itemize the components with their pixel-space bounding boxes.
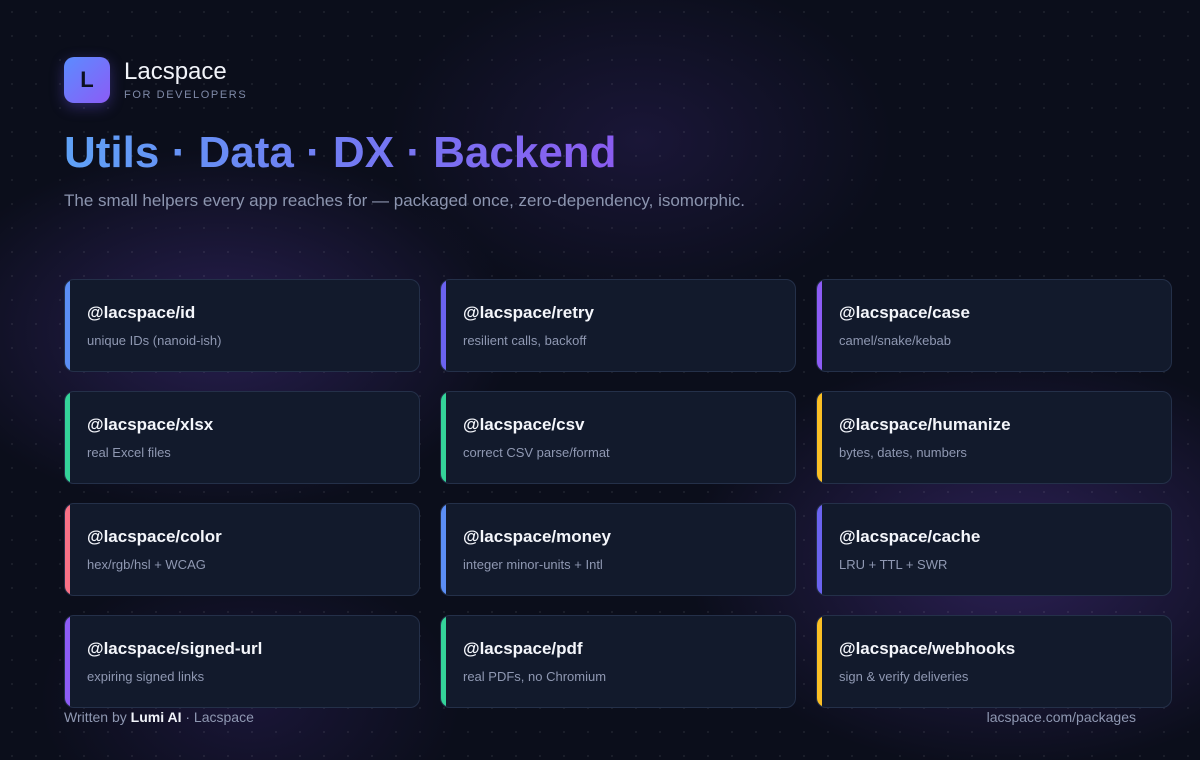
footer-org: Lacspace [193, 709, 254, 725]
package-name: @lacspace/money [463, 527, 611, 546]
package-card-money[interactable]: @lacspace/money integer minor-units + In… [440, 503, 796, 596]
logo-letter: L [80, 67, 94, 92]
card-accent-bar [817, 280, 822, 371]
card-accent-bar [65, 504, 70, 595]
package-name: @lacspace/cache [839, 527, 981, 546]
page-headline: Utils · Data · DX · Backend [64, 126, 617, 180]
page-subtitle: The small helpers every app reaches for … [64, 191, 745, 210]
card-accent-bar [441, 504, 446, 595]
footer-url-link[interactable]: lacspace.com/packages [987, 709, 1136, 725]
package-card-case[interactable]: @lacspace/case camel/snake/kebab [816, 279, 1172, 372]
package-description: sign & verify deliveries [839, 669, 969, 684]
card-accent-bar [441, 280, 446, 371]
package-name: @lacspace/color [87, 527, 222, 546]
footer-author: Lumi AI [130, 709, 182, 725]
package-card-webhooks[interactable]: @lacspace/webhooks sign & verify deliver… [816, 615, 1172, 708]
package-description: expiring signed links [87, 669, 205, 684]
package-description: real Excel files [87, 445, 171, 460]
package-card-retry[interactable]: @lacspace/retry resilient calls, backoff [440, 279, 796, 372]
package-description: unique IDs (nanoid-ish) [87, 333, 222, 348]
package-card-cache[interactable]: @lacspace/cache LRU + TTL + SWR [816, 503, 1172, 596]
package-grid: @lacspace/id unique IDs (nanoid-ish) @la… [64, 279, 1172, 709]
package-card-humanize[interactable]: @lacspace/humanize bytes, dates, numbers [816, 391, 1172, 484]
card-accent-bar [817, 392, 822, 483]
package-description: LRU + TTL + SWR [839, 557, 948, 572]
package-description: integer minor-units + Intl [463, 557, 603, 572]
package-name: @lacspace/xlsx [87, 415, 214, 434]
package-card-id[interactable]: @lacspace/id unique IDs (nanoid-ish) [64, 279, 420, 372]
footer-separator: · [181, 709, 194, 725]
package-name: @lacspace/retry [463, 303, 594, 322]
brand-tagline: FOR DEVELOPERS [124, 89, 248, 101]
footer-written-by: Written by [64, 709, 127, 725]
card-accent-bar [817, 616, 822, 707]
brand-name: Lacspace [124, 58, 227, 85]
package-description: real PDFs, no Chromium [463, 669, 607, 684]
package-name: @lacspace/signed-url [87, 639, 263, 658]
card-accent-bar [65, 616, 70, 707]
package-description: bytes, dates, numbers [839, 445, 967, 460]
package-name: @lacspace/webhooks [839, 639, 1016, 658]
package-description: resilient calls, backoff [463, 333, 587, 348]
package-card-signed-url[interactable]: @lacspace/signed-url expiring signed lin… [64, 615, 420, 708]
package-name: @lacspace/humanize [839, 415, 1011, 434]
brand: L Lacspace FOR DEVELOPERS [64, 57, 247, 103]
card-accent-bar [65, 392, 70, 483]
lacspace-logo-icon: L [64, 57, 110, 103]
package-name: @lacspace/case [839, 303, 970, 322]
footer-credit: Written by Lumi AI · Lacspace [64, 709, 254, 725]
package-card-csv[interactable]: @lacspace/csv correct CSV parse/format [440, 391, 796, 484]
card-accent-bar [441, 616, 446, 707]
package-card-pdf[interactable]: @lacspace/pdf real PDFs, no Chromium [440, 615, 796, 708]
package-card-color[interactable]: @lacspace/color hex/rgb/hsl + WCAG [64, 503, 420, 596]
card-accent-bar [817, 504, 822, 595]
package-card-xlsx[interactable]: @lacspace/xlsx real Excel files [64, 391, 420, 484]
package-description: correct CSV parse/format [463, 445, 610, 460]
card-accent-bar [441, 392, 446, 483]
brand-text: Lacspace FOR DEVELOPERS [124, 58, 248, 102]
package-description: camel/snake/kebab [839, 333, 952, 348]
card-accent-bar [65, 280, 70, 371]
package-name: @lacspace/pdf [463, 639, 583, 658]
package-description: hex/rgb/hsl + WCAG [87, 557, 206, 572]
package-name: @lacspace/csv [463, 415, 585, 434]
package-name: @lacspace/id [87, 303, 196, 322]
